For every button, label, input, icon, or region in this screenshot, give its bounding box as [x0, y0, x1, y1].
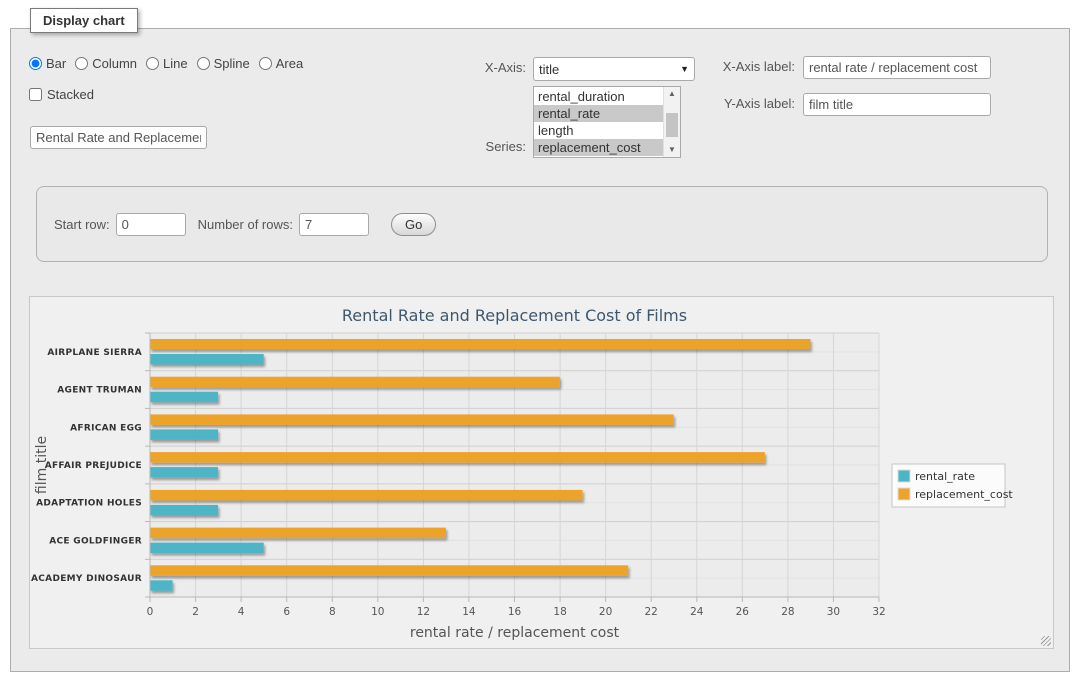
- chart-type-option-label: Line: [163, 56, 188, 71]
- resize-handle-icon[interactable]: [1041, 636, 1051, 646]
- chart-type-option-label: Spline: [214, 56, 250, 71]
- chevron-down-icon: ▼: [680, 64, 689, 74]
- start-row-input[interactable]: [116, 213, 186, 236]
- category-label: ACE GOLDFINGER: [49, 536, 142, 546]
- series-option-rental_duration[interactable]: rental_duration: [534, 88, 663, 105]
- y-axis-label-caption: Y-Axis label:: [699, 96, 795, 111]
- x-tick-label: 22: [645, 606, 658, 618]
- scroll-up-icon[interactable]: ▲: [664, 87, 680, 101]
- x-tick-label: 6: [283, 606, 290, 618]
- x-axis-label-input[interactable]: [803, 56, 991, 79]
- category-label: ACADEMY DINOSAUR: [31, 574, 142, 584]
- x-tick-label: 2: [192, 606, 199, 618]
- bar-rental_rate: [150, 467, 218, 478]
- series-option-replacement_cost[interactable]: replacement_cost: [534, 139, 663, 156]
- chart-type-option-bar[interactable]: Bar: [29, 56, 66, 71]
- x-axis-select-value: title: [539, 62, 559, 77]
- number-of-rows-label: Number of rows:: [198, 217, 293, 232]
- x-tick-label: 28: [781, 606, 794, 618]
- x-tick-label: 26: [736, 606, 750, 618]
- stacked-label: Stacked: [47, 87, 94, 102]
- chart-type-radio-bar[interactable]: [29, 57, 42, 70]
- chart-type-option-area[interactable]: Area: [259, 56, 303, 71]
- chart-title-input[interactable]: [30, 126, 207, 149]
- x-tick-label: 0: [147, 606, 154, 618]
- legend-label-rental_rate[interactable]: rental_rate: [915, 470, 975, 483]
- bar-rental_rate: [150, 505, 218, 516]
- scroll-down-icon[interactable]: ▼: [664, 143, 680, 157]
- series-label: Series:: [446, 139, 526, 154]
- chart-type-option-column[interactable]: Column: [75, 56, 137, 71]
- display-chart-fieldset: BarColumnLineSplineArea Stacked X-Axis: …: [10, 28, 1070, 672]
- category-label: ADAPTATION HOLES: [36, 499, 142, 509]
- bar-rental_rate: [150, 543, 264, 554]
- chart-legend: rental_rate replacement_cost: [892, 464, 1013, 507]
- x-axis-label-caption: X-Axis label:: [699, 59, 795, 74]
- category-label: AGENT TRUMAN: [57, 386, 142, 396]
- number-of-rows-input[interactable]: [299, 213, 369, 236]
- row-controls-panel: Start row: Number of rows: Go: [36, 186, 1048, 262]
- chart-type-radio-column[interactable]: [75, 57, 88, 70]
- chart-panel: AIRPLANE SIERRA AGENT TRUMAN AFRICAN EGG AF…: [29, 296, 1054, 649]
- chart-type-radio-group: Bar Column Line Spline Area: [29, 56, 303, 71]
- chart-type-option-line[interactable]: Line: [146, 56, 188, 71]
- bar-replacement_cost: [150, 528, 446, 539]
- x-axis-select-label: X-Axis:: [446, 60, 526, 75]
- x-tick-label: 30: [827, 606, 840, 618]
- category-label: AIRPLANE SIERRA: [47, 348, 142, 358]
- bar-replacement_cost: [150, 339, 810, 350]
- category-label: AFRICAN EGG: [70, 423, 142, 433]
- x-tick-label: 10: [371, 606, 384, 618]
- chart-type-radio-area[interactable]: [259, 57, 272, 70]
- display-chart-tab[interactable]: Display chart: [30, 8, 138, 33]
- x-tick-label: 32: [872, 606, 885, 618]
- bar-replacement_cost: [150, 414, 674, 425]
- bar-chart: AIRPLANE SIERRA AGENT TRUMAN AFRICAN EGG AF…: [30, 297, 1053, 651]
- series-option-rental_rate[interactable]: rental_rate: [534, 105, 663, 122]
- chart-type-option-spline[interactable]: Spline: [197, 56, 250, 71]
- bar-replacement_cost: [150, 565, 628, 576]
- chart-type-option-label: Column: [92, 56, 137, 71]
- x-tick-label: 18: [553, 606, 566, 618]
- series-listbox[interactable]: rental_durationrental_ratelengthreplacem…: [533, 86, 681, 158]
- x-tick-label: 24: [690, 606, 704, 618]
- series-option-length[interactable]: length: [534, 122, 663, 139]
- bar-rental_rate: [150, 392, 218, 403]
- bar-replacement_cost: [150, 377, 560, 388]
- stacked-checkbox-row[interactable]: Stacked: [29, 87, 94, 102]
- stacked-checkbox[interactable]: [29, 88, 42, 101]
- legend-swatch-rental_rate[interactable]: [898, 470, 910, 482]
- x-tick-label: 12: [417, 606, 430, 618]
- go-button[interactable]: Go: [391, 213, 436, 236]
- chart-svg: AIRPLANE SIERRA AGENT TRUMAN AFRICAN EGG AF…: [30, 297, 1051, 646]
- x-axis-select[interactable]: title ▼: [533, 57, 695, 81]
- y-axis-label-input[interactable]: [803, 93, 991, 116]
- bar-replacement_cost: [150, 452, 765, 463]
- bar-replacement_cost: [150, 490, 583, 501]
- category-label: AFFAIR PREJUDICE: [45, 461, 142, 471]
- bar-rental_rate: [150, 429, 218, 440]
- chart-title: Rental Rate and Replacement Cost of Film…: [342, 306, 687, 325]
- x-tick-label: 16: [508, 606, 522, 618]
- listbox-scrollbar[interactable]: ▲ ▼: [663, 87, 680, 157]
- y-axis-title: film title: [34, 436, 50, 494]
- chart-type-radio-line[interactable]: [146, 57, 159, 70]
- legend-swatch-replacement_cost[interactable]: [898, 488, 910, 500]
- x-axis-title: rental rate / replacement cost: [410, 625, 620, 641]
- x-tick-label: 14: [462, 606, 476, 618]
- start-row-label: Start row:: [54, 217, 110, 232]
- legend-label-replacement_cost[interactable]: replacement_cost: [915, 488, 1013, 501]
- chart-type-option-label: Area: [276, 56, 303, 71]
- scrollbar-thumb[interactable]: [666, 113, 678, 137]
- chart-type-radio-spline[interactable]: [197, 57, 210, 70]
- x-tick-label: 20: [599, 606, 612, 618]
- x-tick-label: 8: [329, 606, 336, 618]
- chart-type-option-label: Bar: [46, 56, 66, 71]
- x-tick-label: 4: [238, 606, 245, 618]
- bar-rental_rate: [150, 354, 264, 365]
- bar-rental_rate: [150, 580, 173, 591]
